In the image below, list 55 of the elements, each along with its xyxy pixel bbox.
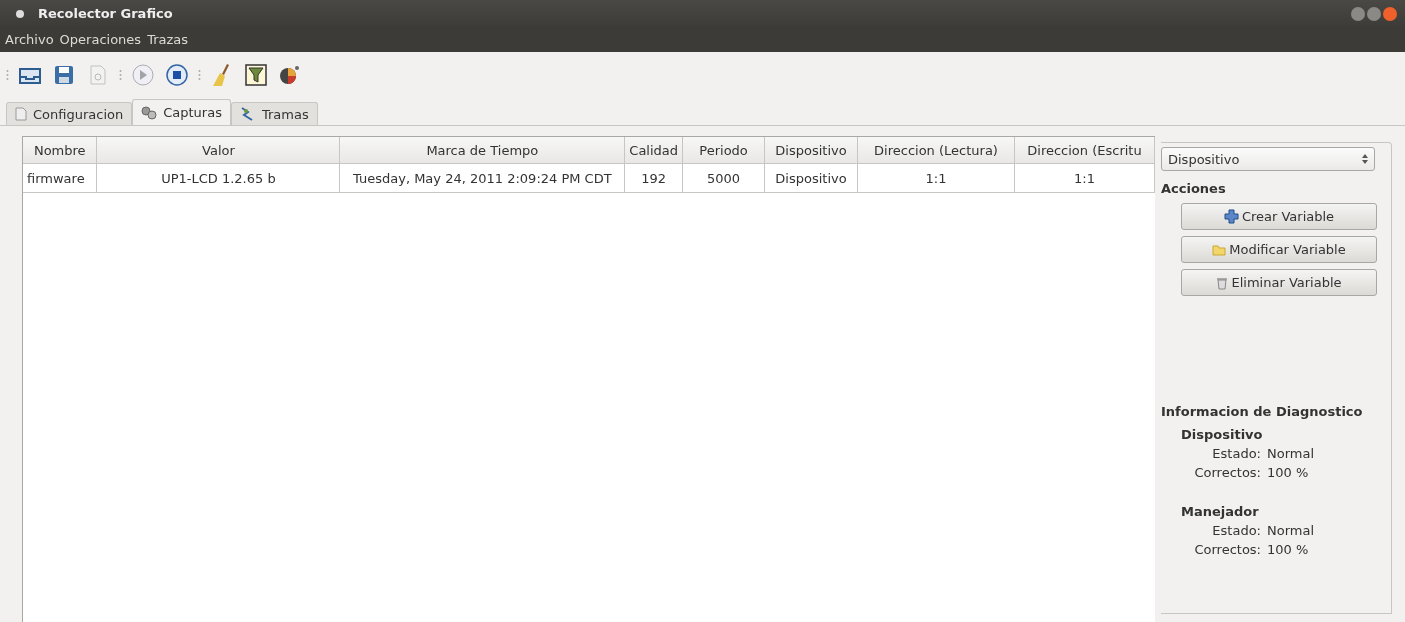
column-header[interactable]: Direccion (Lectura): [857, 137, 1015, 164]
tab[interactable]: Tramas: [230, 102, 318, 125]
table-cell: Tuesday, May 24, 2011 2:09:24 PM CDT: [339, 163, 625, 193]
window-menu-icon[interactable]: [16, 9, 24, 18]
field-label: Correctos:: [1193, 542, 1261, 557]
close-button[interactable]: [1383, 6, 1397, 21]
field-value: Normal: [1267, 523, 1316, 538]
field-label: Estado:: [1211, 523, 1261, 538]
maximize-button[interactable]: [1367, 6, 1381, 21]
field-value: 100 %: [1267, 465, 1310, 480]
plus-icon: [1223, 209, 1239, 224]
menu-item[interactable]: Trazas: [144, 32, 192, 47]
table-cell: 192: [624, 163, 683, 193]
column-header[interactable]: Calidad: [624, 137, 683, 164]
device-dropdown[interactable]: Dispositivo: [1161, 147, 1375, 171]
field-label: Correctos:: [1193, 465, 1261, 480]
column-header[interactable]: Periodo: [682, 137, 765, 164]
action-button[interactable]: Eliminar Variable: [1181, 269, 1377, 296]
action-button[interactable]: Crear Variable: [1181, 203, 1377, 230]
table-cell: 1:1: [1014, 163, 1155, 193]
menu-item[interactable]: Operaciones: [56, 32, 145, 47]
stop-icon[interactable]: [166, 63, 188, 86]
field-value: Normal: [1267, 446, 1316, 461]
filter-icon[interactable]: [245, 63, 267, 86]
table-cell: firmware: [23, 163, 97, 193]
minimize-button[interactable]: [1351, 6, 1365, 21]
save-icon[interactable]: [54, 64, 74, 85]
subsection-heading: Manejador: [1181, 504, 1260, 519]
field-value: 100 %: [1267, 542, 1310, 557]
spinner-arrows-icon: [1362, 154, 1368, 164]
column-header[interactable]: Dispositivo: [764, 137, 858, 164]
column-header[interactable]: Valor: [97, 137, 340, 164]
section-heading: Acciones: [1161, 181, 1227, 196]
tab[interactable]: Capturas: [132, 99, 231, 125]
toolbar-grip[interactable]: [119, 67, 122, 82]
trash-icon: [1216, 275, 1229, 290]
window-title: Recolector Grafico: [38, 6, 173, 21]
subsection-heading: Dispositivo: [1181, 427, 1264, 442]
section-heading: Informacion de Diagnostico: [1161, 404, 1364, 419]
toolbar-grip[interactable]: [6, 67, 9, 82]
column-header[interactable]: Direccion (Escritu: [1014, 137, 1155, 164]
table-cell: UP1-LCD 1.2.65 b: [97, 163, 340, 193]
pie-chart-icon[interactable]: [279, 64, 301, 85]
tab[interactable]: Configuracion: [6, 102, 133, 125]
table-cell: Dispositivo: [764, 163, 858, 193]
column-header[interactable]: Marca de Tiempo: [339, 137, 625, 164]
document-icon: [15, 107, 27, 121]
action-button[interactable]: Modificar Variable: [1181, 236, 1377, 263]
column-header[interactable]: Nombre: [23, 137, 97, 164]
table-cell: 5000: [682, 163, 765, 193]
menu-item[interactable]: Archivo: [2, 32, 57, 47]
table-cell: 1:1: [857, 163, 1015, 193]
toolbar-grip[interactable]: [198, 67, 201, 82]
field-label: Estado:: [1211, 446, 1261, 461]
folder-icon: [1212, 243, 1227, 256]
